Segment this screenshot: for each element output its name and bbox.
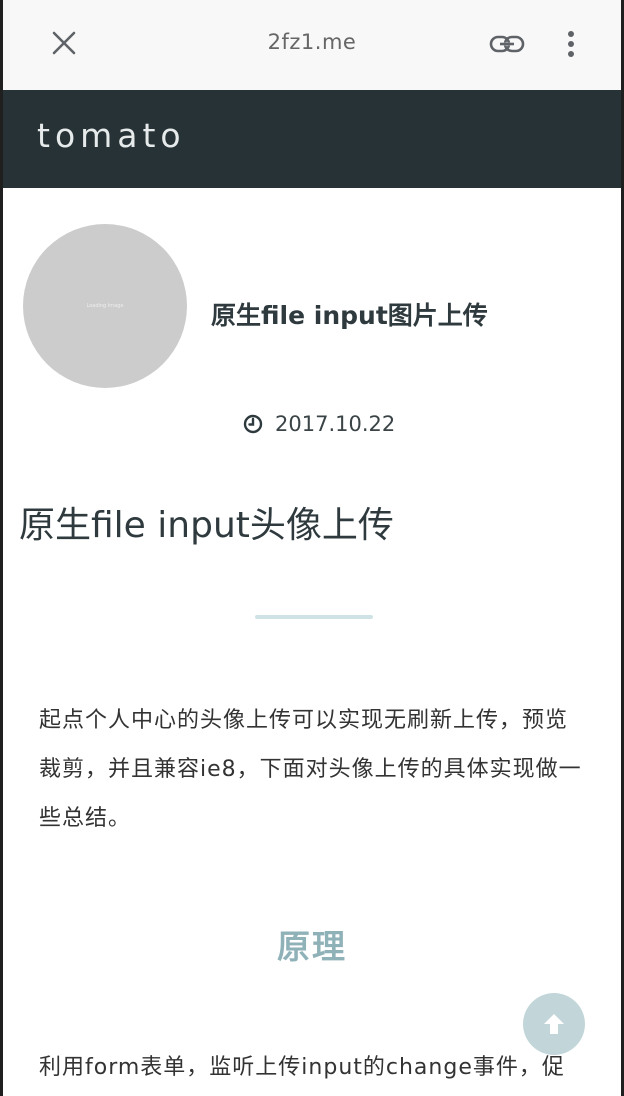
page-frame: 2fz1.me tomato Loading Image 原生file inpu… (0, 0, 624, 1096)
link-icon (489, 35, 525, 53)
post-title: 原生file input图片上传 (211, 301, 488, 330)
more-menu-button[interactable] (559, 24, 583, 64)
clock-icon (243, 414, 263, 434)
more-vertical-icon (568, 31, 574, 57)
arrow-up-icon (544, 1014, 564, 1034)
article-heading: 原生file input头像上传 (19, 505, 394, 546)
post-date: 2017.10.22 (243, 412, 395, 436)
site-title[interactable]: tomato (37, 116, 186, 155)
back-to-top-button[interactable] (523, 993, 585, 1055)
section-paragraph: 利用form表单，监听上传input的change事件，促 (39, 1055, 565, 1080)
article-intro: 起点个人中心的头像上传可以实现无刷新上传，预览裁剪，并且兼容ie8，下面对头像上… (39, 708, 582, 831)
browser-toolbar: 2fz1.me (3, 0, 621, 90)
post-date-text: 2017.10.22 (275, 412, 396, 436)
post-avatar: Loading Image (23, 224, 187, 388)
avatar-placeholder-text: Loading Image (86, 303, 124, 309)
site-header: tomato (3, 90, 621, 188)
heading-divider (255, 615, 373, 619)
section-title: 原理 (277, 927, 347, 966)
copy-link-button[interactable] (485, 24, 529, 64)
